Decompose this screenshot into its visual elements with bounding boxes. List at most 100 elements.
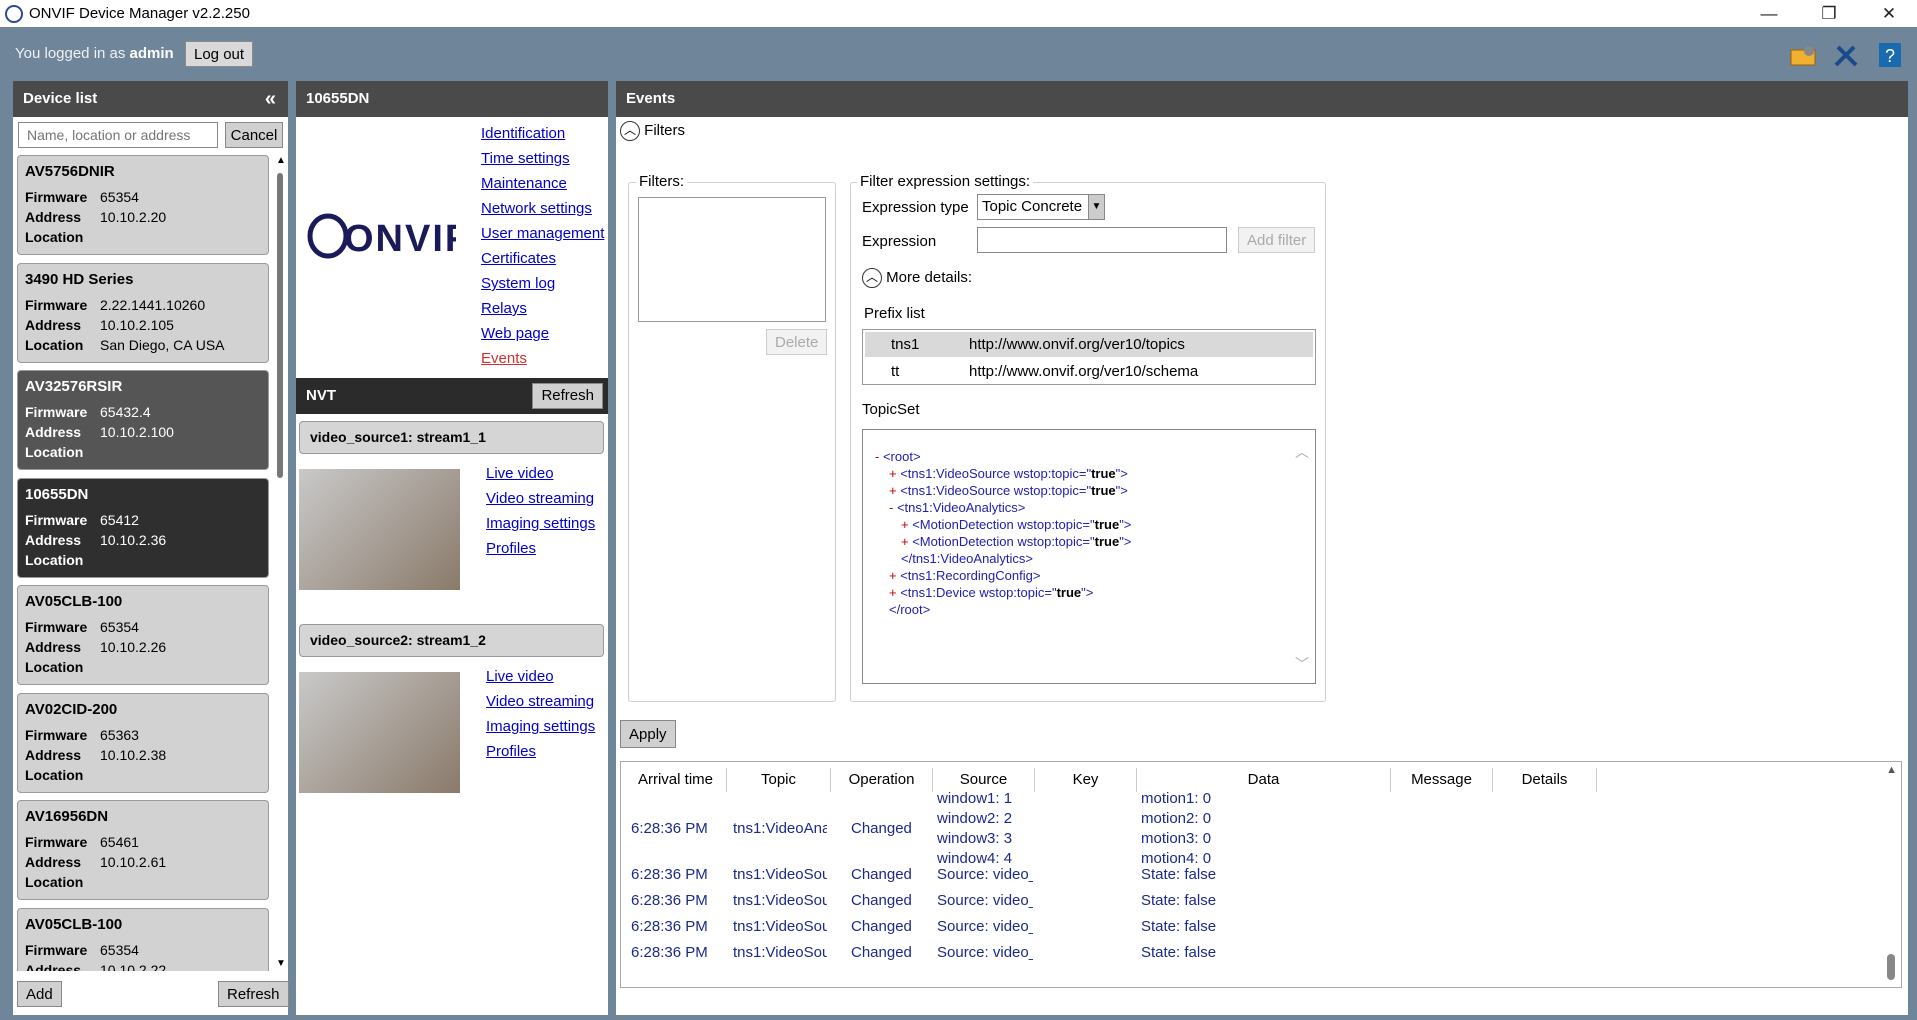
device-location-row: Location San Diego, CA USA xyxy=(25,337,268,357)
tools-icon[interactable] xyxy=(1832,41,1860,69)
video-source-link[interactable]: Video streaming xyxy=(486,689,595,714)
device-address-row: Address 10.10.2.22 xyxy=(25,962,268,972)
device-card[interactable]: 3490 HD Series Firmware 2.22.1441.10260 A… xyxy=(17,262,269,363)
video-thumbnail[interactable] xyxy=(299,672,460,793)
device-firmware-row: Firmware 2.22.1441.10260 xyxy=(25,297,268,317)
expression-type-value: Topic Concrete xyxy=(982,198,1083,215)
device-list-scrollbar[interactable]: ▲ ▼ xyxy=(274,155,286,969)
device-address-row: Address 10.10.2.38 xyxy=(25,747,268,767)
grid-column-header[interactable]: Key xyxy=(1035,768,1137,792)
video-source-header[interactable]: video_source2: stream1_2 xyxy=(299,624,604,657)
nvt-refresh-button[interactable]: Refresh xyxy=(532,383,603,409)
topic-cell: tns1:VideoSource xyxy=(733,892,827,909)
help-icon[interactable]: ? xyxy=(1876,41,1904,69)
minimize-button[interactable]: — xyxy=(1746,0,1792,27)
device-link[interactable]: Maintenance xyxy=(481,171,604,196)
device-card[interactable]: 10655DN Firmware 65412 Address 10.10.2.36 … xyxy=(17,477,269,578)
device-location-row: Location xyxy=(25,229,268,249)
scrollbar-thumb[interactable] xyxy=(277,173,283,478)
device-card[interactable]: AV05CLB-100 Firmware 65354 Address 10.10.2… xyxy=(17,585,269,685)
firmware-value: 65354 xyxy=(100,619,139,635)
firmware-value: 65363 xyxy=(100,726,139,743)
prefix-row[interactable]: tns1 http://www.onvif.org/ver10/topics xyxy=(865,332,1313,357)
device-link[interactable]: System log xyxy=(481,271,604,296)
filter-expression-label: Filter expression settings: xyxy=(857,173,1034,190)
device-link[interactable]: User management xyxy=(481,221,604,246)
prefix-row[interactable]: tt http://www.onvif.org/ver10/schema xyxy=(865,359,1313,384)
device-firmware-row: Firmware 65461 xyxy=(25,834,268,854)
source-cell: window3: 3 xyxy=(937,830,1013,847)
delete-filter-button[interactable]: Delete xyxy=(766,329,828,355)
device-link[interactable]: Web page xyxy=(481,321,604,346)
device-link[interactable]: Events xyxy=(481,346,604,371)
prefix-name: tt xyxy=(891,363,900,380)
settings-icon[interactable] xyxy=(1789,41,1817,69)
grid-column-header[interactable]: Arrival time xyxy=(625,768,727,792)
expression-input[interactable] xyxy=(977,227,1227,253)
data-cell: motion3: 0 xyxy=(1141,830,1212,847)
device-link[interactable]: Network settings xyxy=(481,196,604,221)
device-link[interactable]: Identification xyxy=(481,121,604,146)
device-location-row: Location xyxy=(25,444,268,464)
scroll-up-icon[interactable]: ︿ xyxy=(1295,444,1309,461)
operation-cell: Changed xyxy=(851,944,912,961)
device-search-input[interactable] xyxy=(18,122,218,148)
device-firmware-row: Firmware 65354 xyxy=(25,189,268,209)
restore-button[interactable]: ❐ xyxy=(1806,0,1852,27)
grid-column-header[interactable]: Operation xyxy=(831,768,933,792)
logout-button[interactable]: Log out xyxy=(185,41,254,67)
source-cell: Source: video_so xyxy=(937,918,1033,935)
add-device-button[interactable]: Add xyxy=(17,981,62,1007)
device-card[interactable]: AV02CID-200 Firmware 65363 Address 10.10.2… xyxy=(17,692,269,793)
cancel-button[interactable]: Cancel xyxy=(225,122,283,148)
video-source-link[interactable]: Live video xyxy=(486,664,595,689)
location-label: Location xyxy=(25,659,84,675)
arrival-time-cell: 6:28:36 PM xyxy=(631,892,708,909)
address-label: Address xyxy=(25,531,82,548)
grid-scrollbar-thumb[interactable] xyxy=(1887,954,1895,980)
device-name: 3490 HD Series xyxy=(25,270,134,288)
scroll-down-icon[interactable]: ﹀ xyxy=(1295,656,1309,673)
expression-type-select[interactable]: Topic Concrete ▼ xyxy=(977,194,1105,220)
grid-column-header[interactable]: Message xyxy=(1391,768,1493,792)
nvt-label: NVT xyxy=(306,387,336,404)
apply-button[interactable]: Apply xyxy=(620,720,676,748)
video-source-header[interactable]: video_source1: stream1_1 xyxy=(299,421,604,454)
filters-group-label: Filters: xyxy=(636,173,687,190)
more-details-toggle[interactable]: ︿ More details: xyxy=(862,268,972,288)
video-source-link[interactable]: Profiles xyxy=(486,536,595,561)
video-source-link[interactable]: Imaging settings xyxy=(486,714,595,739)
device-link[interactable]: Time settings xyxy=(481,146,604,171)
filters-listbox[interactable] xyxy=(638,197,826,322)
device-address-row: Address 10.10.2.26 xyxy=(25,639,268,659)
video-source-link[interactable]: Profiles xyxy=(486,739,595,764)
video-source-link[interactable]: Video streaming xyxy=(486,486,595,511)
filters-toggle[interactable]: ︿ Filters xyxy=(620,121,685,141)
device-card[interactable]: AV32576RSIR Firmware 65432.4 Address 10.10… xyxy=(17,370,269,470)
grid-column-header[interactable]: Details xyxy=(1493,768,1597,792)
source-cell: window2: 2 xyxy=(937,810,1013,827)
add-filter-button[interactable]: Add filter xyxy=(1238,227,1316,253)
device-card[interactable]: AV16956DN Firmware 65461 Address 10.10.2.6… xyxy=(17,800,269,900)
firmware-value: 2.22.1441.10260 xyxy=(100,296,206,313)
grid-column-header[interactable]: Topic xyxy=(727,768,831,792)
grid-scroll-up-icon[interactable]: ▲ xyxy=(1886,764,1897,776)
filters-toggle-label: Filters xyxy=(644,121,686,139)
device-list-panel: Device list « Cancel ▲ ▼ AV5756DNIR Firm… xyxy=(13,81,289,1015)
video-thumbnail[interactable] xyxy=(299,469,460,590)
device-card[interactable]: AV05CLB-100 Firmware 65354 Address 10.10.2… xyxy=(17,907,269,972)
device-card[interactable]: AV5756DNIR Firmware 65354 Address 10.10.2.… xyxy=(17,155,269,255)
close-button[interactable]: ✕ xyxy=(1866,0,1912,27)
device-link[interactable]: Relays xyxy=(481,296,604,321)
address-label: Address xyxy=(25,854,82,870)
address-label: Address xyxy=(25,961,82,972)
device-link[interactable]: Certificates xyxy=(481,246,604,271)
video-source-link[interactable]: Imaging settings xyxy=(486,511,595,536)
grid-column-header[interactable]: Data xyxy=(1137,768,1391,792)
refresh-devices-button[interactable]: Refresh xyxy=(218,981,289,1007)
device-address-row: Address 10.10.2.61 xyxy=(25,854,268,874)
video-source-link[interactable]: Live video xyxy=(486,461,595,486)
grid-column-header[interactable]: Source xyxy=(933,768,1035,792)
topic-cell: tns1:VideoSource xyxy=(733,944,827,961)
collapse-icon[interactable]: « xyxy=(265,81,276,117)
